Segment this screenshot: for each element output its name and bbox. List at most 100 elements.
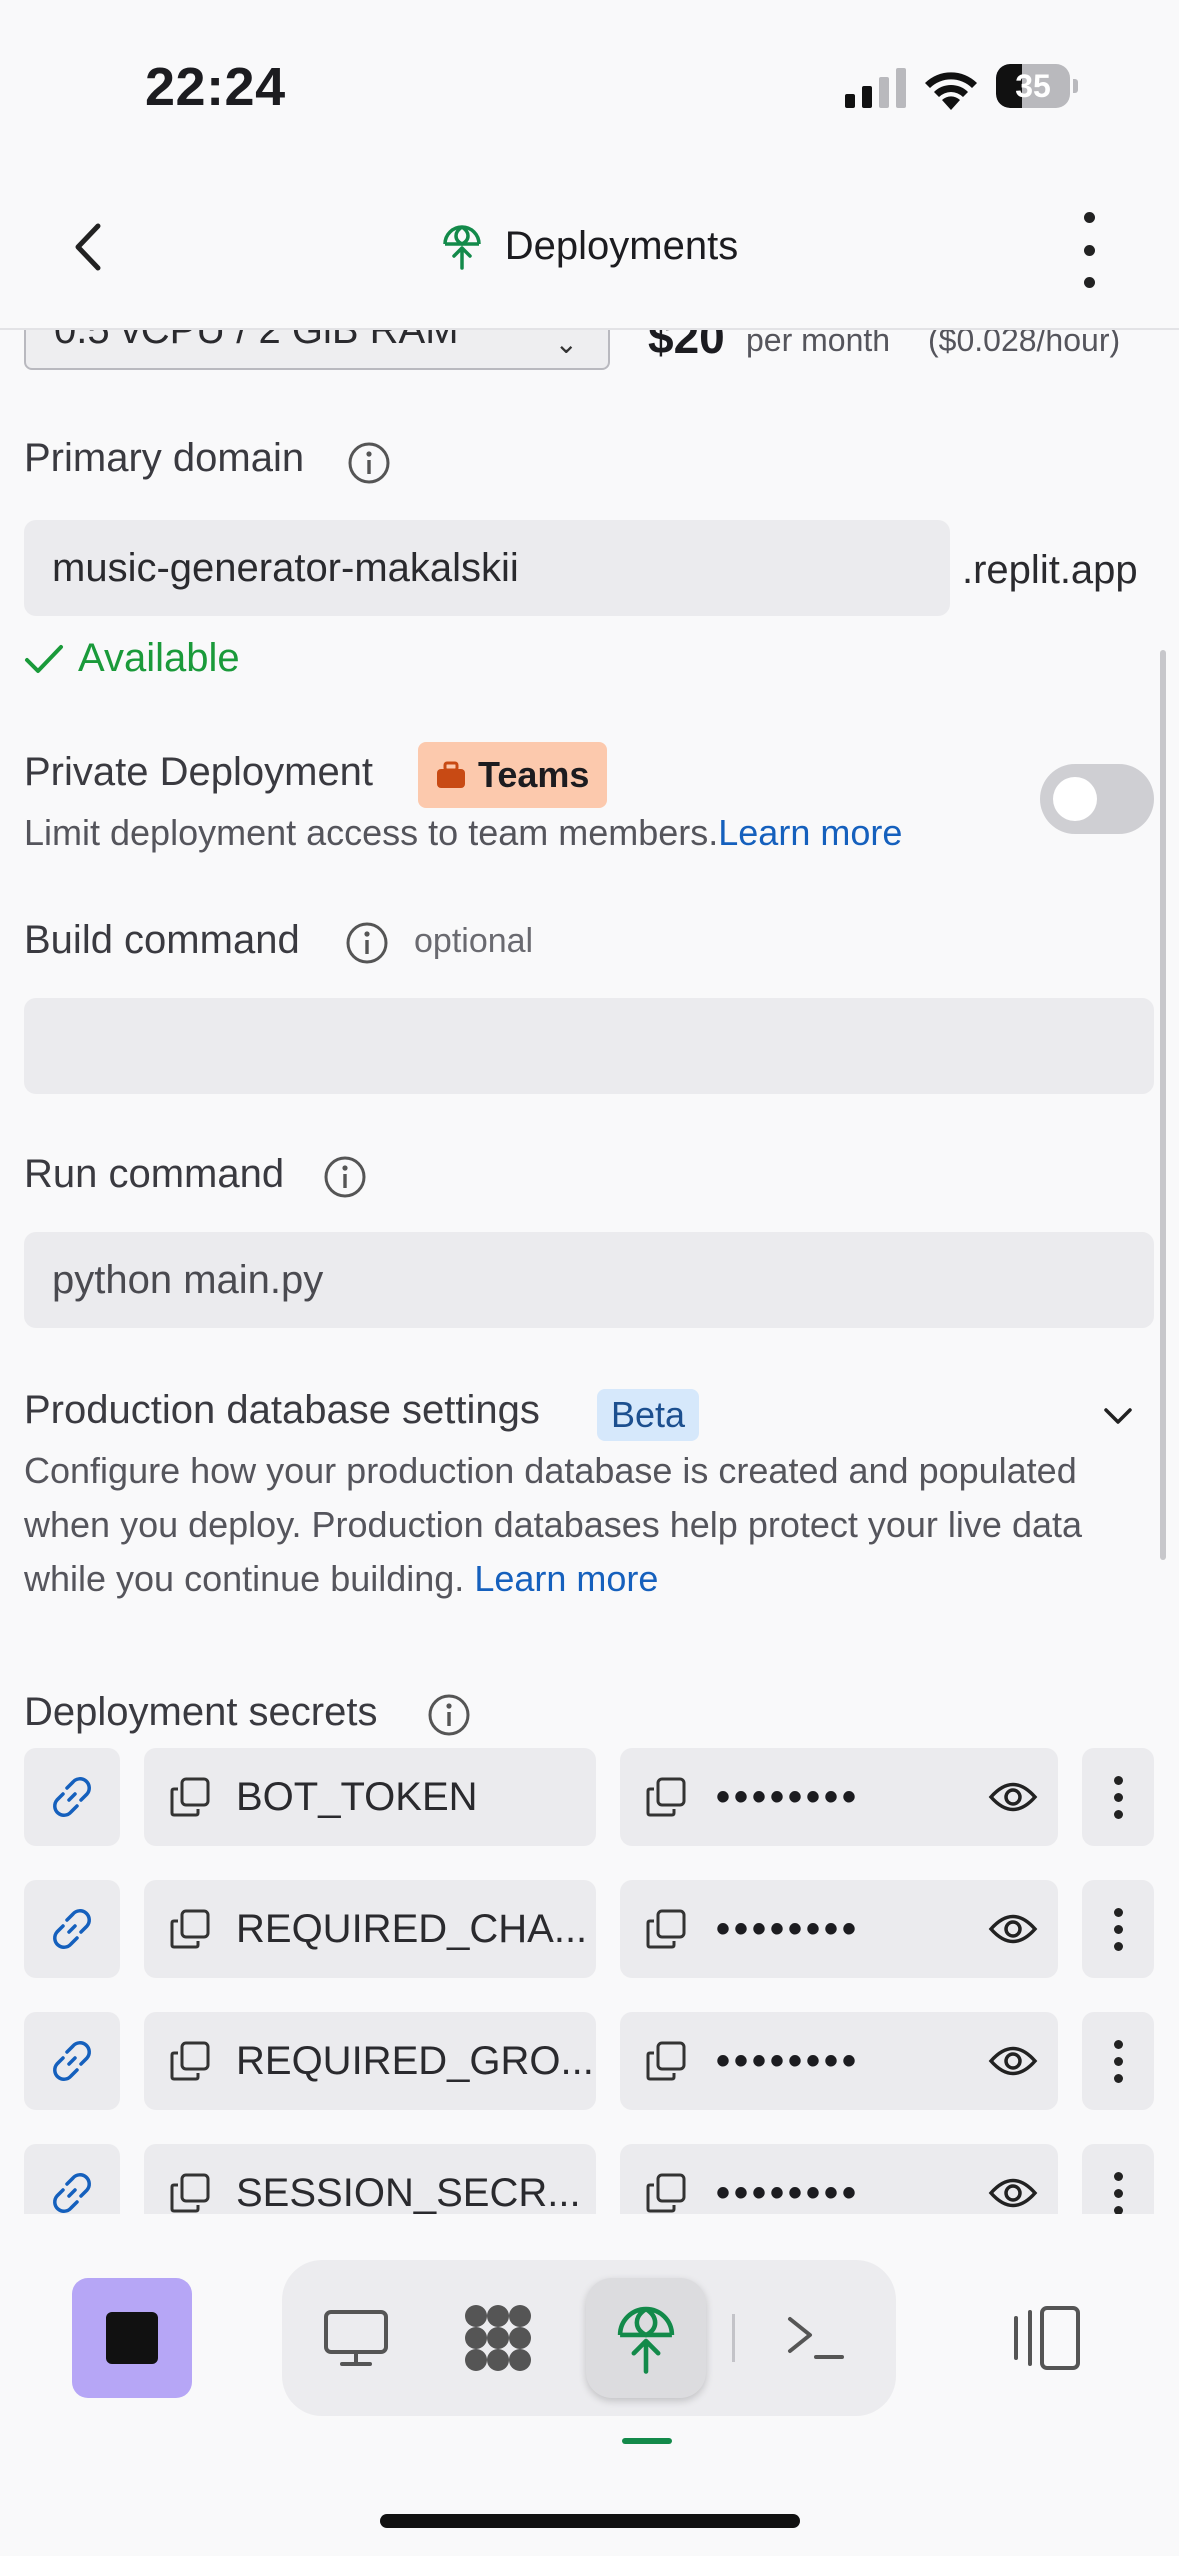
battery-icon: 35 <box>996 64 1078 108</box>
info-icon[interactable] <box>344 920 390 966</box>
secret-key-field[interactable]: SESSION_SECR... <box>144 2144 596 2214</box>
beta-badge: Beta <box>597 1389 700 1441</box>
link-secret-button[interactable] <box>24 1880 120 1978</box>
info-icon[interactable] <box>426 1692 472 1738</box>
eye-icon[interactable] <box>988 2040 1038 2082</box>
secret-value: •••••••• <box>716 2038 861 2083</box>
copy-icon[interactable] <box>644 1775 688 1819</box>
private-deployment-label: Private Deployment <box>24 750 374 794</box>
copy-icon[interactable] <box>168 1907 212 1951</box>
learn-more-link[interactable]: Learn more <box>474 1558 658 1599</box>
tab-divider <box>732 2314 735 2362</box>
wifi-icon <box>925 72 977 110</box>
secret-value-field[interactable]: •••••••• <box>620 2012 1058 2110</box>
machine-size-select[interactable]: 0.5 vCPU / 2 GiB RAM ⌄ <box>24 330 610 370</box>
eye-icon[interactable] <box>988 2172 1038 2214</box>
link-secret-button[interactable] <box>24 2012 120 2110</box>
tab-deployments[interactable] <box>586 2278 706 2398</box>
tab-preview[interactable] <box>296 2278 416 2398</box>
eye-icon[interactable] <box>988 1908 1038 1950</box>
secret-row: REQUIRED_GRO... •••••••• <box>0 2012 1179 2110</box>
link-secret-button[interactable] <box>24 1748 120 1846</box>
copy-icon[interactable] <box>644 2039 688 2083</box>
deployment-secrets-label: Deployment secrets <box>24 1690 378 1734</box>
check-icon <box>25 644 63 673</box>
copy-icon[interactable] <box>168 2039 212 2083</box>
secret-key-field[interactable]: BOT_TOKEN <box>144 1748 596 1846</box>
monitor-icon <box>324 2310 388 2366</box>
tab-console[interactable] <box>756 2278 876 2398</box>
private-deployment-toggle[interactable] <box>1040 764 1154 834</box>
layout-icon[interactable] <box>1006 2302 1086 2374</box>
cellular-signal-icon <box>845 68 906 108</box>
secret-value-field[interactable]: •••••••• <box>620 1748 1058 1846</box>
link-icon <box>53 1909 91 1949</box>
production-db-description-line: when you deploy. Production databases he… <box>24 1504 1083 1545</box>
optional-hint: optional <box>414 922 534 960</box>
secret-value-field[interactable]: •••••••• <box>620 2144 1058 2214</box>
link-secret-button[interactable] <box>24 2144 120 2214</box>
secret-key-field[interactable]: REQUIRED_GRO... <box>144 2012 596 2110</box>
briefcase-icon <box>437 761 465 788</box>
more-vertical-icon <box>1113 1907 1123 1917</box>
info-icon[interactable] <box>322 1154 368 1200</box>
primary-domain-input[interactable]: music-generator-makalskii <box>24 520 950 616</box>
secret-value-field[interactable]: •••••••• <box>620 1880 1058 1978</box>
copy-icon[interactable] <box>168 2171 212 2214</box>
run-command-label: Run command <box>24 1152 285 1196</box>
deployment-settings-form[interactable]: 0.5 vCPU / 2 GiB RAM ⌄ $20 per month ($0… <box>0 330 1179 2214</box>
secret-more-button[interactable] <box>1082 2012 1154 2110</box>
build-command-label: Build command <box>24 918 300 962</box>
more-vertical-icon <box>1083 212 1095 223</box>
build-command-input[interactable] <box>24 998 1154 1094</box>
tool-tabs <box>282 2260 896 2416</box>
teams-badge-label: Teams <box>478 754 590 795</box>
price-monthly: $20 <box>648 330 725 363</box>
domain-suffix: .replit.app <box>962 548 1138 592</box>
terminal-icon <box>788 2317 844 2359</box>
secret-key: REQUIRED_CHA... <box>236 1906 588 1951</box>
more-vertical-icon <box>1113 2171 1123 2181</box>
info-icon[interactable] <box>346 440 392 486</box>
secret-more-button[interactable] <box>1082 1748 1154 1846</box>
eye-icon[interactable] <box>988 1776 1038 1818</box>
workspace-icon <box>465 2305 531 2371</box>
price-hourly: ($0.028/hour) <box>928 330 1121 358</box>
battery-level: 35 <box>1015 68 1051 104</box>
toggle-knob <box>1053 777 1097 821</box>
primary-domain-label: Primary domain <box>24 436 305 480</box>
home-indicator <box>380 2514 800 2528</box>
secret-more-button[interactable] <box>1082 2144 1154 2214</box>
link-icon <box>53 2041 91 2081</box>
chevron-down-icon: ⌄ <box>554 330 578 359</box>
nav-title-group: Deployments <box>0 222 1179 270</box>
more-vertical-icon <box>1113 1775 1123 1785</box>
chevron-down-icon[interactable] <box>1098 1398 1138 1434</box>
status-time: 22:24 <box>145 57 286 117</box>
learn-more-link[interactable]: Learn more <box>718 812 902 853</box>
active-tab-indicator <box>622 2438 672 2444</box>
availability-text: Available <box>78 636 240 680</box>
copy-icon[interactable] <box>644 2171 688 2214</box>
copy-icon[interactable] <box>168 1775 212 1819</box>
secret-key-field[interactable]: REQUIRED_CHA... <box>144 1880 596 1978</box>
scrollbar[interactable] <box>1160 650 1166 1560</box>
more-options-button[interactable] <box>1066 212 1112 288</box>
secret-more-button[interactable] <box>1082 1880 1154 1978</box>
run-command-input[interactable]: python main.py <box>24 1232 1154 1328</box>
more-vertical-icon <box>1113 2039 1123 2049</box>
deployments-icon <box>617 2306 675 2374</box>
production-db-label: Production database settings <box>24 1388 540 1432</box>
copy-icon[interactable] <box>644 1907 688 1951</box>
price-per-month-label: per month <box>746 330 891 358</box>
secret-row: REQUIRED_CHA... •••••••• <box>0 1880 1179 1978</box>
tab-workspace[interactable] <box>438 2278 558 2398</box>
secret-value: •••••••• <box>716 2170 861 2215</box>
link-icon <box>53 2173 91 2213</box>
teams-badge: Teams <box>418 742 608 808</box>
secret-row: BOT_TOKEN •••••••• <box>0 1748 1179 1846</box>
page-title: Deployments <box>504 223 739 268</box>
deployments-icon <box>443 225 481 270</box>
production-db-description: Configure how your production database i… <box>24 1444 1082 1606</box>
stop-button[interactable] <box>72 2278 192 2398</box>
